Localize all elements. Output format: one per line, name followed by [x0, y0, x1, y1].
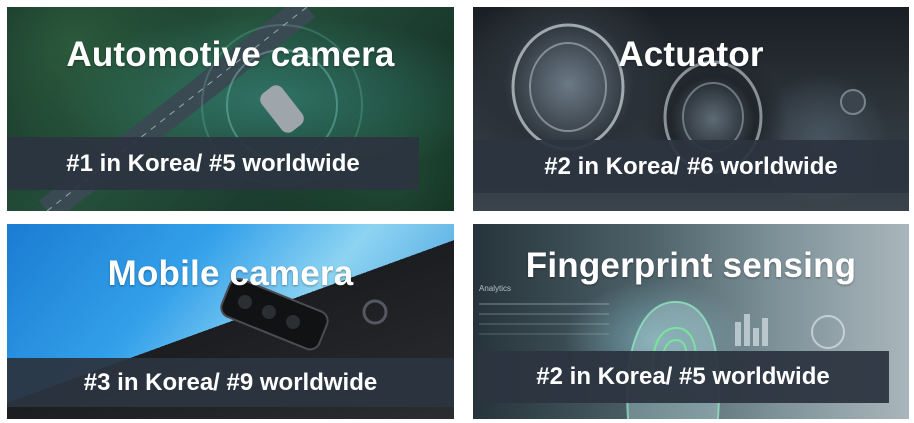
rank-banner: #1 in Korea/ #5 worldwide — [7, 137, 419, 190]
tile-title: Actuator — [618, 35, 764, 74]
tile-title: Automotive camera — [66, 35, 395, 74]
tile-mobile-camera: Mobile camera #3 in Korea/ #9 worldwide — [7, 224, 454, 419]
tile-title: Mobile camera — [107, 254, 354, 293]
tile-actuator: Actuator #2 in Korea/ #6 worldwide — [473, 7, 909, 211]
rank-banner: #2 in Korea/ #6 worldwide — [473, 140, 909, 193]
rank-banner: #3 in Korea/ #9 worldwide — [7, 358, 454, 407]
rank-banner: #2 in Korea/ #5 worldwide — [477, 351, 889, 403]
tile-title: Fingerprint sensing — [525, 246, 857, 285]
tile-fingerprint-sensing: Analytics Fingerprint sensing #2 in Kore… — [473, 224, 909, 419]
bar-graph-icon — [735, 314, 768, 346]
tile-automotive-camera: Automotive camera #1 in Korea/ #5 worldw… — [7, 7, 454, 211]
